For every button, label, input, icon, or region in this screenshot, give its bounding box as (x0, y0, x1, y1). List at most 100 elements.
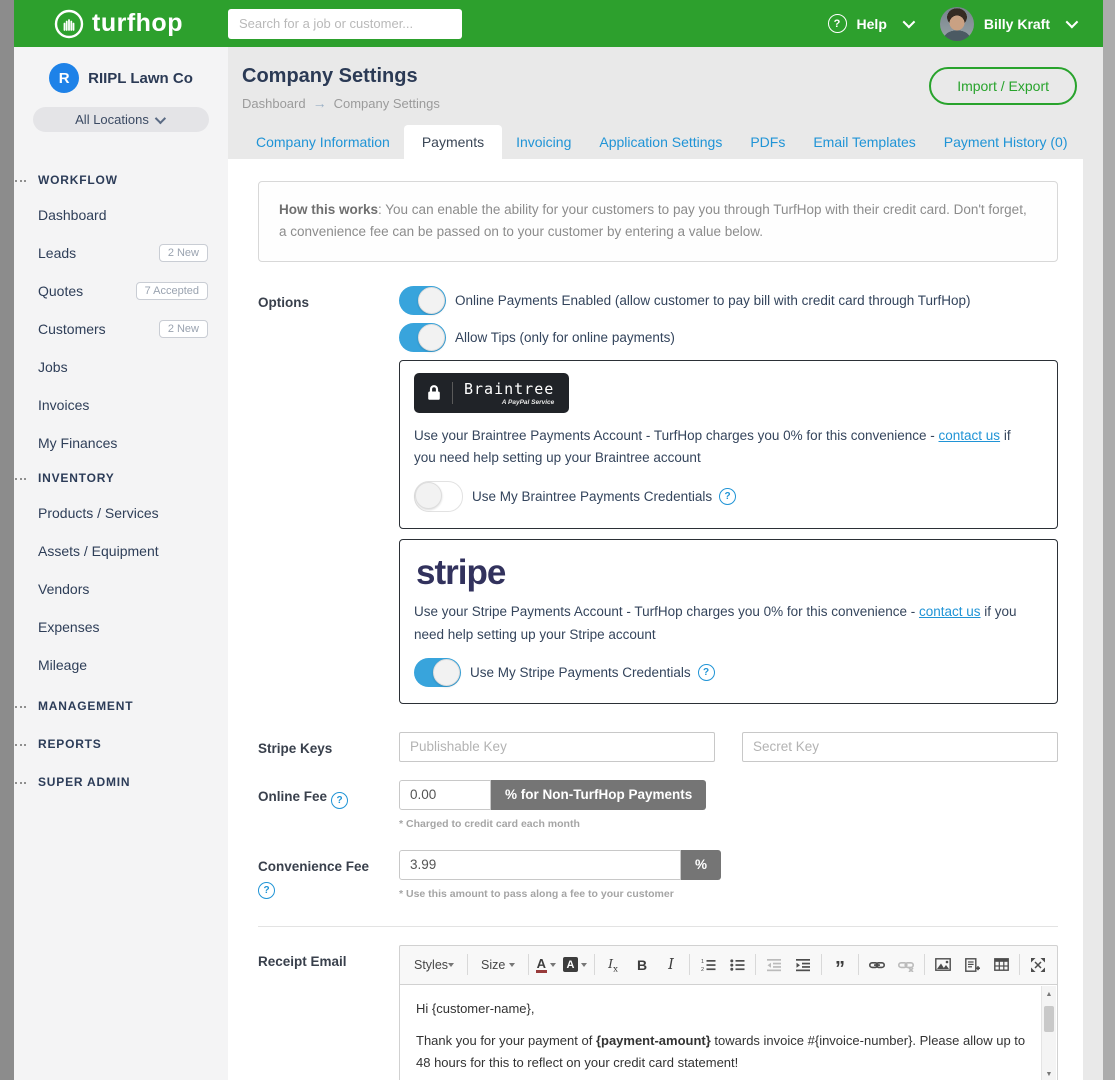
scroll-down-icon[interactable]: ▼ (1046, 1066, 1053, 1080)
sidebar-item-products-services[interactable]: Products / Services (14, 494, 228, 532)
convenience-fee-label: Convenience Fee ? (258, 850, 399, 899)
sidebar-item-quotes[interactable]: Quotes 7 Accepted (14, 272, 228, 310)
online-payments-toggle-label: Online Payments Enabled (allow customer … (455, 293, 971, 308)
size-dropdown[interactable]: Size (475, 954, 521, 976)
scrollbar-thumb[interactable] (1044, 1006, 1054, 1032)
sidebar-item-assets-equipment[interactable]: Assets / Equipment (14, 532, 228, 570)
indent-icon (796, 958, 811, 972)
braintree-box: Braintree A PayPal Service Use your Brai… (399, 360, 1058, 530)
turfhop-logo[interactable]: turfhop (54, 9, 222, 39)
receipt-email-label: Receipt Email (258, 945, 399, 972)
outdent-button[interactable] (763, 954, 785, 976)
background-color-button[interactable]: A (563, 954, 587, 976)
braintree-description: Use your Braintree Payments Account - Tu… (414, 425, 1034, 471)
template-icon (965, 958, 980, 972)
sidebar-item-mileage[interactable]: Mileage (14, 646, 228, 684)
stripe-credentials-label: Use My Stripe Payments Credentials (470, 665, 691, 680)
email-paragraph: Thank you for your payment of {payment-a… (416, 1030, 1029, 1074)
indent-button[interactable] (792, 954, 814, 976)
allow-tips-toggle-label: Allow Tips (only for online payments) (455, 330, 675, 345)
secret-key-input[interactable] (742, 732, 1058, 762)
settings-tabs: Company Information Payments Invoicing A… (228, 125, 1103, 159)
stripe-contact-us-link[interactable]: contact us (919, 604, 981, 619)
sidebar-item-customers[interactable]: Customers 2 New (14, 310, 228, 348)
tab-payment-history[interactable]: Payment History (0) (930, 125, 1082, 159)
text-color-button[interactable]: A (536, 954, 556, 976)
sidebar-item-dashboard[interactable]: Dashboard (14, 196, 228, 234)
insert-image-button[interactable] (932, 954, 954, 976)
insert-table-button[interactable] (990, 954, 1012, 976)
customers-badge: 2 New (159, 320, 208, 338)
sidebar-section-management[interactable]: MANAGEMENT (14, 690, 228, 722)
sidebar-item-leads[interactable]: Leads 2 New (14, 234, 228, 272)
remove-format-icon: Ix (608, 956, 618, 975)
scroll-up-icon[interactable]: ▲ (1046, 986, 1053, 1004)
sidebar-item-invoices[interactable]: Invoices (14, 386, 228, 424)
chevron-down-icon[interactable] (1066, 16, 1079, 29)
email-greeting: Hi {customer-name}, (416, 998, 1029, 1020)
payment-amount-token: {payment-amount} (596, 1033, 711, 1048)
convenience-fee-help-icon[interactable]: ? (258, 882, 275, 899)
search-input[interactable] (228, 9, 462, 39)
sidebar-section-workflow[interactable]: WORKFLOW (14, 164, 228, 196)
tab-invoicing[interactable]: Invoicing (502, 125, 585, 159)
convenience-fee-input[interactable] (399, 850, 681, 880)
online-fee-help-icon[interactable]: ? (331, 792, 348, 809)
sidebar-section-inventory[interactable]: INVENTORY (14, 462, 228, 494)
stripe-credentials-toggle[interactable] (414, 658, 461, 687)
unlink-icon (898, 958, 914, 972)
stripe-help-icon[interactable]: ? (698, 664, 715, 681)
braintree-help-icon[interactable]: ? (719, 488, 736, 505)
remove-format-button[interactable]: Ix (602, 954, 624, 976)
bulleted-list-button[interactable] (726, 954, 748, 976)
import-export-button[interactable]: Import / Export (929, 67, 1077, 105)
help-menu[interactable]: Help (857, 16, 887, 32)
bold-button[interactable]: B (631, 954, 653, 976)
stripe-wordmark: stripe (416, 554, 1043, 593)
svg-text:1: 1 (701, 959, 704, 965)
tab-email-templates[interactable]: Email Templates (799, 125, 929, 159)
breadcrumb-dashboard[interactable]: Dashboard (242, 96, 306, 111)
sidebar-item-expenses[interactable]: Expenses (14, 608, 228, 646)
online-payments-toggle[interactable] (399, 286, 446, 315)
publishable-key-input[interactable] (399, 732, 715, 762)
braintree-logo: Braintree A PayPal Service (414, 373, 569, 413)
sidebar-section-super-admin[interactable]: SUPER ADMIN (14, 766, 228, 798)
locations-dropdown[interactable]: All Locations (33, 107, 209, 132)
online-fee-input[interactable] (399, 780, 491, 810)
braintree-contact-us-link[interactable]: contact us (939, 428, 1001, 443)
sidebar-item-jobs[interactable]: Jobs (14, 348, 228, 386)
breadcrumb-current: Company Settings (334, 96, 440, 111)
receipt-email-body[interactable]: Hi {customer-name}, Thank you for your p… (399, 985, 1058, 1080)
convenience-fee-addon: % (681, 850, 721, 880)
tab-application-settings[interactable]: Application Settings (585, 125, 736, 159)
outdent-icon (767, 958, 782, 972)
braintree-credentials-label: Use My Braintree Payments Credentials (472, 489, 712, 504)
italic-button[interactable]: I (660, 954, 682, 976)
editor-scrollbar[interactable]: ▲ ▼ (1041, 986, 1056, 1080)
numbered-list-button[interactable]: 1 2 (697, 954, 719, 976)
chevron-down-icon (550, 963, 556, 967)
braintree-credentials-toggle[interactable] (414, 481, 463, 512)
how-it-works-lead: How this works (279, 202, 378, 217)
chevron-down-icon[interactable] (902, 16, 915, 29)
page-scrollbar[interactable] (1103, 0, 1115, 1080)
link-button[interactable] (866, 954, 888, 976)
blockquote-button[interactable]: ” (829, 954, 851, 976)
insert-template-button[interactable] (961, 954, 983, 976)
maximize-button[interactable] (1027, 954, 1049, 976)
tab-payments[interactable]: Payments (404, 125, 502, 159)
tab-pdfs[interactable]: PDFs (736, 125, 799, 159)
tab-company-information[interactable]: Company Information (242, 125, 404, 159)
sidebar-section-reports[interactable]: REPORTS (14, 728, 228, 760)
sidebar-item-vendors[interactable]: Vendors (14, 570, 228, 608)
allow-tips-toggle[interactable] (399, 323, 446, 352)
styles-dropdown[interactable]: Styles (408, 954, 460, 976)
avatar[interactable] (940, 7, 974, 41)
sidebar-item-my-finances[interactable]: My Finances (14, 424, 228, 462)
chevron-down-icon (448, 963, 454, 967)
user-menu[interactable]: Billy Kraft (984, 16, 1050, 32)
unlink-button[interactable] (895, 954, 917, 976)
company-avatar[interactable]: R (49, 63, 79, 93)
quotes-badge: 7 Accepted (136, 282, 208, 300)
